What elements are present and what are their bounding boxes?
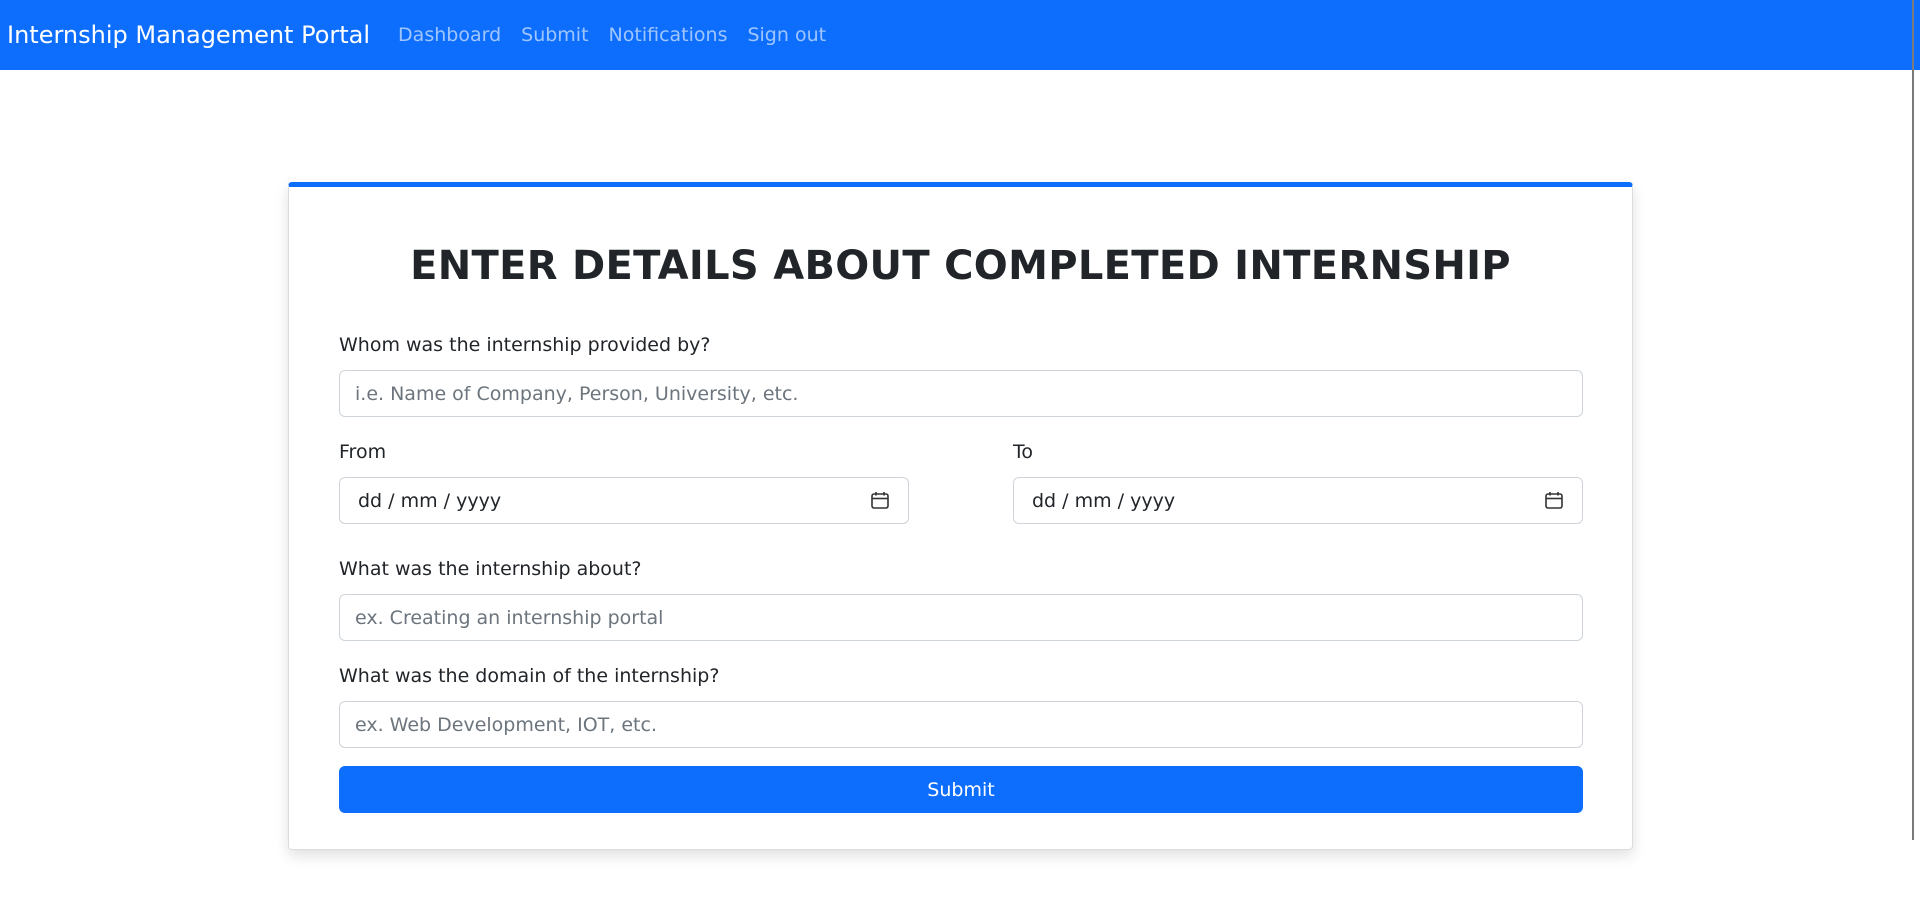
from-label: From <box>339 441 387 463</box>
calendar-icon[interactable] <box>1544 490 1564 510</box>
nav-link-notifications[interactable]: Notifications <box>609 24 728 46</box>
to-date-input[interactable]: dd / mm / yyyy <box>1013 477 1583 524</box>
brand-link[interactable]: Internship Management Portal <box>7 21 370 49</box>
provider-label: Whom was the internship provided by? <box>339 334 711 356</box>
page-scrollbar[interactable] <box>1912 0 1920 840</box>
nav-link-dashboard[interactable]: Dashboard <box>398 24 501 46</box>
submit-button[interactable]: Submit <box>339 766 1583 813</box>
calendar-icon[interactable] <box>870 490 890 510</box>
from-date-input[interactable]: dd / mm / yyyy <box>339 477 909 524</box>
internship-form-card: ENTER DETAILS ABOUT COMPLETED INTERNSHIP… <box>288 182 1633 850</box>
provider-input[interactable] <box>339 370 1583 417</box>
about-label: What was the internship about? <box>339 558 642 580</box>
to-label: To <box>1013 441 1034 463</box>
to-date-text: dd / mm / yyyy <box>1032 490 1176 512</box>
domain-label: What was the domain of the internship? <box>339 665 720 687</box>
about-input[interactable] <box>339 594 1583 641</box>
top-navbar: Internship Management Portal Dashboard S… <box>0 0 1920 70</box>
domain-input[interactable] <box>339 701 1583 748</box>
nav-link-submit[interactable]: Submit <box>521 24 588 46</box>
form-title: ENTER DETAILS ABOUT COMPLETED INTERNSHIP <box>410 243 1511 289</box>
from-date-text: dd / mm / yyyy <box>358 490 502 512</box>
nav-link-sign-out[interactable]: Sign out <box>747 24 826 46</box>
